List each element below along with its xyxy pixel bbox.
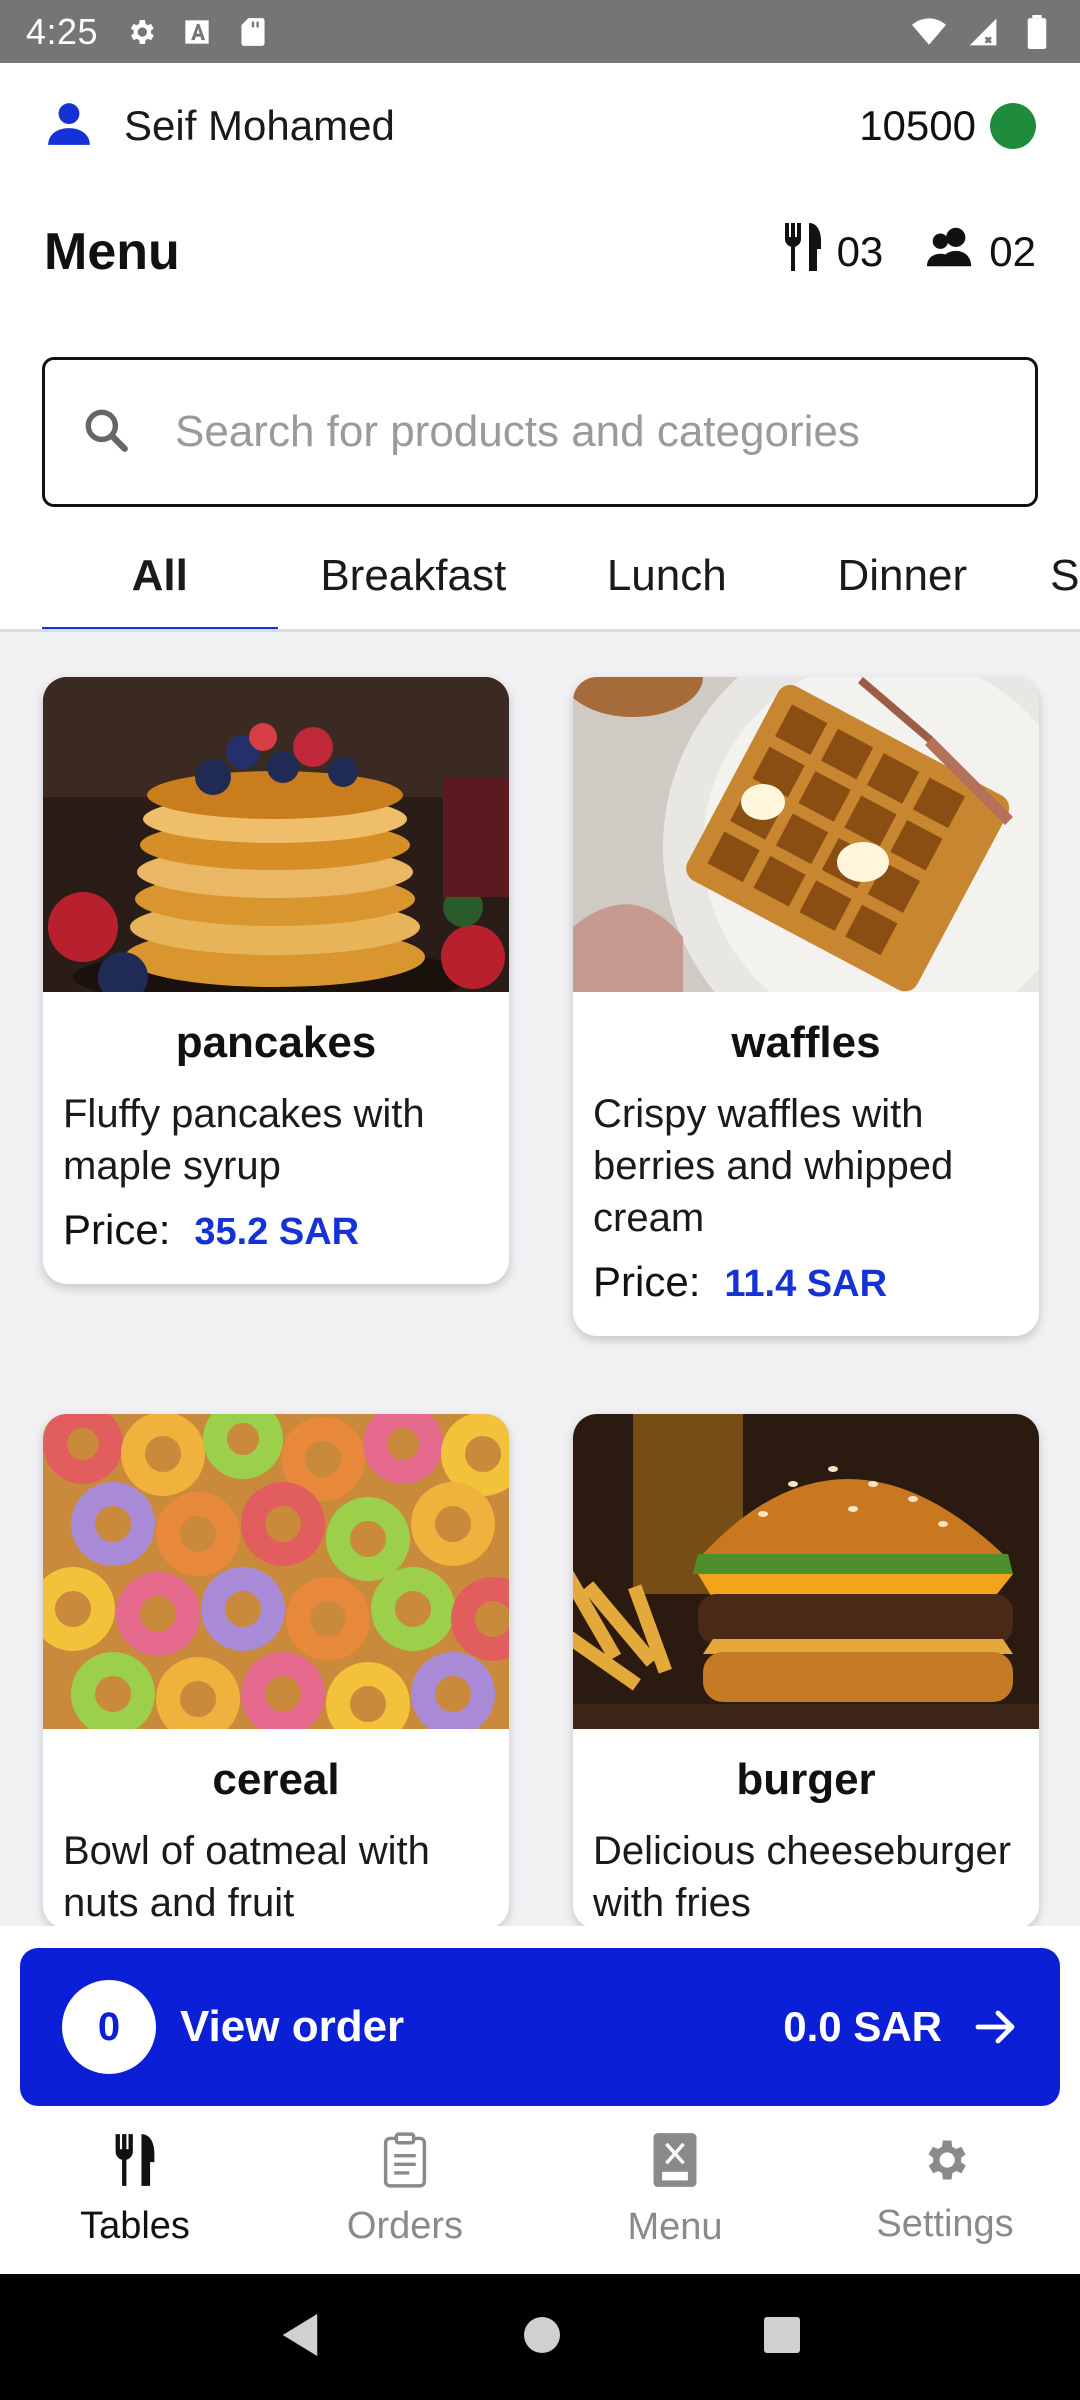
nav-label: Orders xyxy=(346,2205,464,2247)
product-description: Bowl of oatmeal with nuts and fruit xyxy=(63,1829,430,1925)
product-price-row: Price: 35.2 SAR xyxy=(43,1206,509,1254)
status-time: 4:25 xyxy=(26,10,99,52)
system-nav-bar xyxy=(0,2274,1080,2400)
gear-icon xyxy=(919,2134,971,2191)
burger-image xyxy=(573,1414,1039,1729)
a-icon xyxy=(180,15,214,49)
utensils-icon xyxy=(783,221,823,283)
product-card[interactable]: waffles Crispy waffles with berries and … xyxy=(573,677,1039,1336)
battery-icon xyxy=(1020,14,1054,49)
tab-label: Breakfast xyxy=(320,550,507,600)
price-label: Price: xyxy=(63,1206,171,1253)
nav-tables[interactable]: Tables xyxy=(0,2106,270,2274)
tab-label: Dinner xyxy=(837,550,968,600)
nav-label: Tables xyxy=(80,2205,190,2247)
signal-icon xyxy=(966,15,1000,49)
product-name: pancakes xyxy=(175,1018,377,1067)
person-icon xyxy=(44,99,94,154)
back-icon[interactable] xyxy=(278,2312,322,2363)
product-grid: pancakes Fluffy pancakes with maple syru… xyxy=(0,632,1080,1926)
pancakes-image xyxy=(43,677,509,992)
tab-s[interactable]: S xyxy=(1020,522,1080,629)
nav-menu[interactable]: Menu xyxy=(540,2106,810,2274)
tab-label: All xyxy=(131,550,188,600)
tab-label: S xyxy=(1050,550,1080,600)
cereal-image xyxy=(43,1414,509,1729)
search-placeholder: Search for products and categories xyxy=(175,407,860,456)
user-name: Seif Mohamed xyxy=(124,102,395,149)
recents-icon[interactable] xyxy=(762,2315,802,2360)
price-value: 11.4 SAR xyxy=(724,1263,888,1305)
clipboard-icon xyxy=(381,2132,429,2193)
nav-orders[interactable]: Orders xyxy=(270,2106,540,2274)
product-description: Fluffy pancakes with maple syrup xyxy=(63,1092,425,1188)
price-label: Price: xyxy=(593,1258,701,1305)
category-tabs: All Breakfast Lunch Dinner S xyxy=(0,522,1080,632)
wifi-icon xyxy=(912,15,946,49)
product-name: cereal xyxy=(212,1755,340,1804)
product-card[interactable]: cereal Bowl of oatmeal with nuts and fru… xyxy=(43,1414,509,1926)
guests-stat: 02 xyxy=(925,225,1036,279)
utensils-icon xyxy=(112,2132,158,2193)
product-description: Delicious cheeseburger with fries xyxy=(593,1829,1012,1925)
tables-stat: 03 xyxy=(783,221,884,283)
bottom-nav: Tables Orders Menu Settings xyxy=(0,2106,1080,2274)
guests-count: 02 xyxy=(989,228,1036,275)
menu-book-icon xyxy=(651,2131,699,2194)
tab-breakfast[interactable]: Breakfast xyxy=(278,522,549,629)
product-description: Crispy waffles with berries and whipped … xyxy=(593,1092,954,1240)
online-status-dot xyxy=(990,103,1036,149)
tab-dinner[interactable]: Dinner xyxy=(785,522,1021,629)
order-count-badge: 0 xyxy=(62,1980,156,2074)
balance-value: 10500 xyxy=(859,102,976,149)
product-card[interactable]: pancakes Fluffy pancakes with maple syru… xyxy=(43,677,509,1284)
product-name: burger xyxy=(736,1755,876,1804)
home-icon[interactable] xyxy=(522,2315,562,2360)
arrow-right-icon xyxy=(972,2003,1020,2051)
nav-label: Menu xyxy=(627,2206,723,2248)
sd-card-icon xyxy=(236,15,270,49)
search-icon xyxy=(81,405,131,460)
waffles-image xyxy=(573,677,1039,992)
view-order-button[interactable]: 0 View order 0.0 SAR xyxy=(20,1948,1060,2106)
product-price-row: Price: 11.4 SAR xyxy=(573,1258,1039,1306)
tab-lunch[interactable]: Lunch xyxy=(549,522,785,629)
balance: 10500 xyxy=(859,102,1036,150)
view-order-label: View order xyxy=(180,2002,405,2051)
search-input[interactable]: Search for products and categories xyxy=(42,357,1038,507)
tables-count: 03 xyxy=(836,228,884,275)
people-icon xyxy=(925,225,975,279)
tab-label: Lunch xyxy=(606,550,727,600)
gear-icon xyxy=(124,15,158,49)
status-bar: 4:25 xyxy=(0,0,1080,63)
nav-label: Settings xyxy=(876,2203,1014,2245)
price-value: 35.2 SAR xyxy=(194,1211,360,1253)
tab-all[interactable]: All xyxy=(42,522,278,629)
page-title: Menu xyxy=(44,223,180,281)
order-total: 0.0 SAR xyxy=(783,2003,942,2050)
title-row: Menu 03 02 xyxy=(0,189,1080,315)
product-card[interactable]: burger Delicious cheeseburger with fries xyxy=(573,1414,1039,1926)
user-row: Seif Mohamed 10500 xyxy=(0,63,1080,189)
product-name: waffles xyxy=(731,1018,881,1067)
nav-settings[interactable]: Settings xyxy=(810,2106,1080,2274)
